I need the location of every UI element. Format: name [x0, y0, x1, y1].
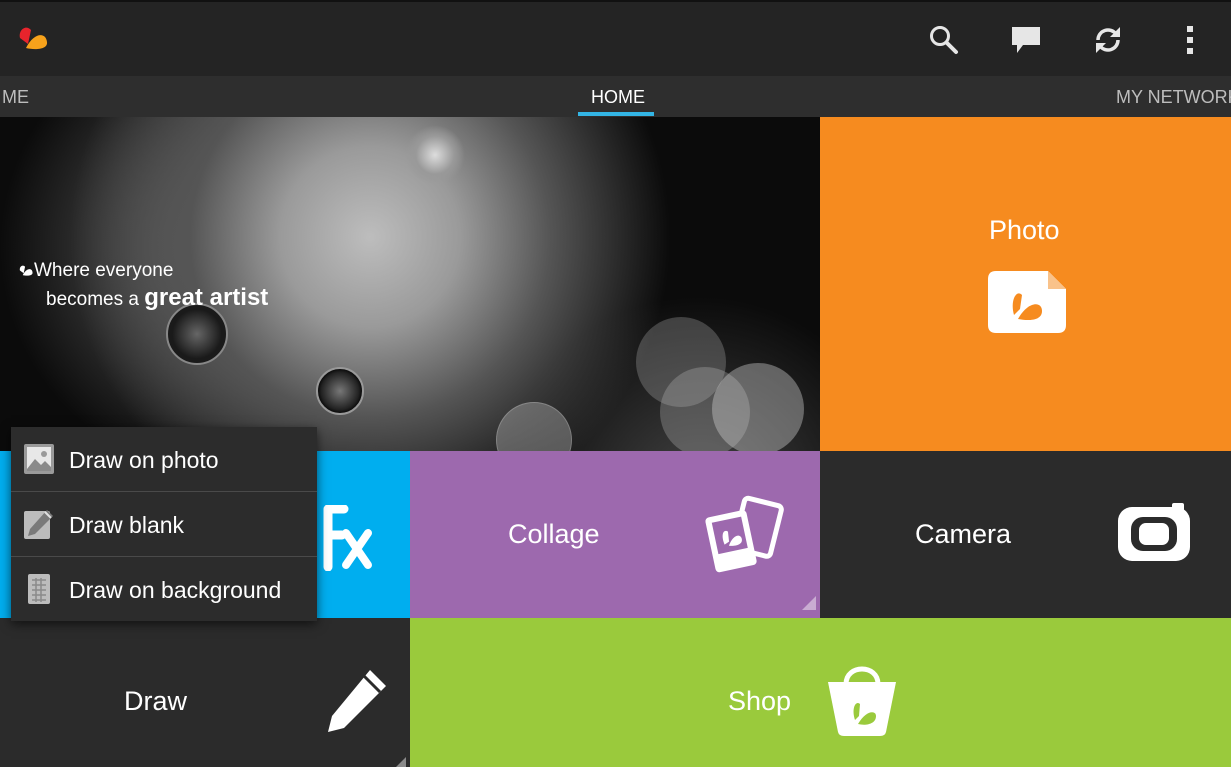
- search-icon: [930, 26, 958, 54]
- fx-icon: [323, 505, 372, 571]
- collage-corner-indicator: [802, 596, 816, 610]
- tab-bar: ME HOME MY NETWORK: [0, 76, 1231, 117]
- camera-icon: [1118, 503, 1190, 561]
- hero-banner[interactable]: Where everyone becomes a great artist: [0, 117, 820, 451]
- menu-item-draw-on-photo[interactable]: Draw on photo: [11, 427, 317, 491]
- logo-mark-icon: [19, 265, 33, 276]
- chat-icon: [1012, 27, 1040, 53]
- camera-tile-label: Camera: [915, 519, 1012, 549]
- collage-photos-icon: [705, 495, 784, 573]
- collage-tile[interactable]: Collage: [410, 451, 820, 618]
- menu-item-label: Draw on background: [69, 577, 282, 603]
- menu-item-draw-blank[interactable]: Draw blank: [11, 492, 317, 556]
- search-button[interactable]: [924, 20, 964, 60]
- shop-tile[interactable]: Shop: [410, 618, 1231, 767]
- grid-background-icon: [28, 574, 50, 604]
- shopping-bag-icon: [828, 666, 896, 736]
- draw-tile[interactable]: Draw: [0, 618, 410, 767]
- tagline-line2-bold: great artist: [144, 284, 269, 311]
- photo-tile-icon: [988, 271, 1066, 333]
- menu-item-draw-on-background[interactable]: Draw on background: [11, 557, 317, 621]
- hero-tagline: Where everyone becomes a great artist: [18, 260, 268, 312]
- overflow-menu-icon: [1187, 26, 1193, 54]
- draw-options-menu: Draw on photo Draw blank Draw on backgro…: [11, 427, 317, 621]
- image-icon: [24, 444, 54, 474]
- tab-my-network[interactable]: MY NETWORK: [1116, 76, 1231, 117]
- sync-button[interactable]: [1088, 20, 1128, 60]
- draw-tile-label: Draw: [124, 686, 188, 716]
- logo-icon[interactable]: [16, 22, 50, 52]
- draw-corner-indicator: [392, 757, 406, 767]
- active-tab-indicator: [578, 112, 654, 116]
- action-bar: [0, 0, 1231, 76]
- photo-tile-label: Photo: [989, 215, 1060, 245]
- tab-home[interactable]: HOME: [591, 76, 645, 117]
- messages-button[interactable]: [1006, 20, 1046, 60]
- pencil-icon: [24, 510, 53, 539]
- photo-tile[interactable]: Photo: [820, 117, 1231, 451]
- collage-tile-label: Collage: [508, 519, 600, 549]
- tab-me[interactable]: ME: [2, 76, 29, 117]
- overflow-menu-button[interactable]: [1170, 20, 1210, 60]
- shop-tile-label: Shop: [728, 686, 792, 716]
- sync-icon: [1096, 27, 1120, 53]
- tagline-line2-prefix: becomes a: [46, 289, 145, 310]
- menu-item-label: Draw blank: [69, 512, 185, 538]
- camera-tile[interactable]: Camera: [820, 451, 1231, 618]
- menu-item-label: Draw on photo: [69, 447, 219, 473]
- tagline-line1: Where everyone: [34, 260, 174, 281]
- pencil-icon: [328, 670, 386, 732]
